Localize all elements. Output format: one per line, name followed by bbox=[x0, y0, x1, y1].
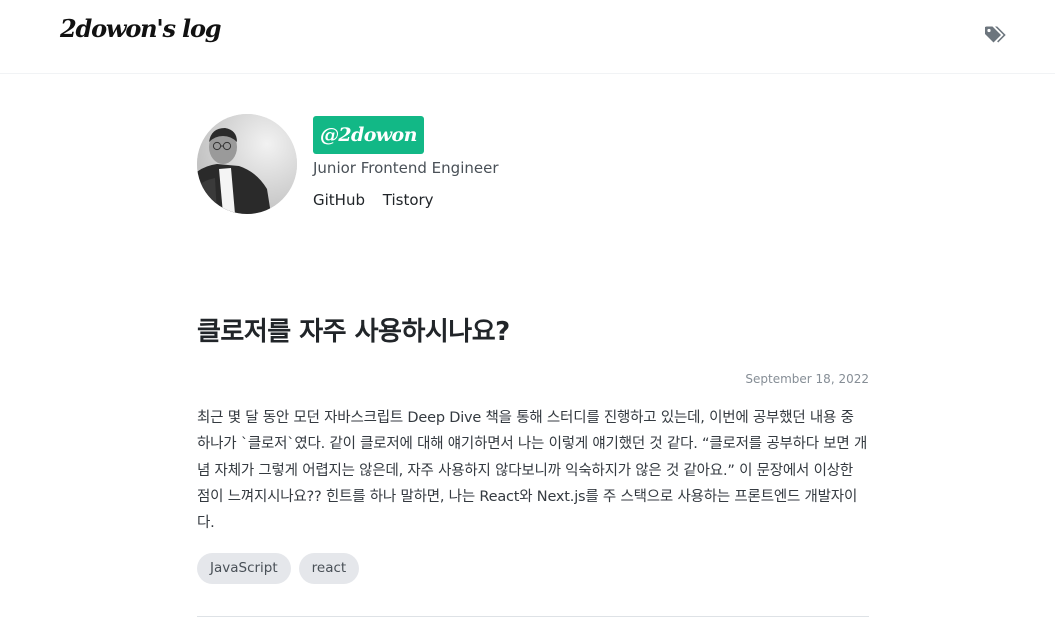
tag-react[interactable]: react bbox=[298, 553, 360, 584]
post-excerpt[interactable]: 최근 몇 달 동안 모던 자바스크립트 Deep Dive 책을 통해 스터디를… bbox=[197, 405, 869, 536]
post-tags: JavaScript react bbox=[197, 553, 360, 584]
profile-card: @2dowon Junior Frontend Engineer GitHub … bbox=[197, 114, 717, 224]
profile-links: GitHub Tistory bbox=[313, 191, 447, 209]
tistory-link[interactable]: Tistory bbox=[383, 191, 434, 209]
post-title[interactable]: 클로저를 자주 사용하시나요? bbox=[197, 310, 869, 354]
post-item: 클로저를 자주 사용하시나요? September 18, 2022 최근 몇 … bbox=[197, 310, 869, 584]
tags-icon[interactable] bbox=[984, 24, 1008, 46]
post-date: September 18, 2022 bbox=[745, 372, 869, 386]
profile-handle[interactable]: @2dowon bbox=[313, 116, 424, 154]
profile-avatar bbox=[197, 114, 297, 214]
site-header: 2dowon's log bbox=[0, 0, 1055, 74]
post-divider bbox=[197, 616, 869, 617]
github-link[interactable]: GitHub bbox=[313, 191, 365, 209]
profile-bio: Junior Frontend Engineer bbox=[313, 159, 499, 177]
site-title[interactable]: 2dowon's log bbox=[60, 14, 222, 43]
profile-photo bbox=[197, 114, 297, 214]
tag-javascript[interactable]: JavaScript bbox=[197, 553, 291, 584]
